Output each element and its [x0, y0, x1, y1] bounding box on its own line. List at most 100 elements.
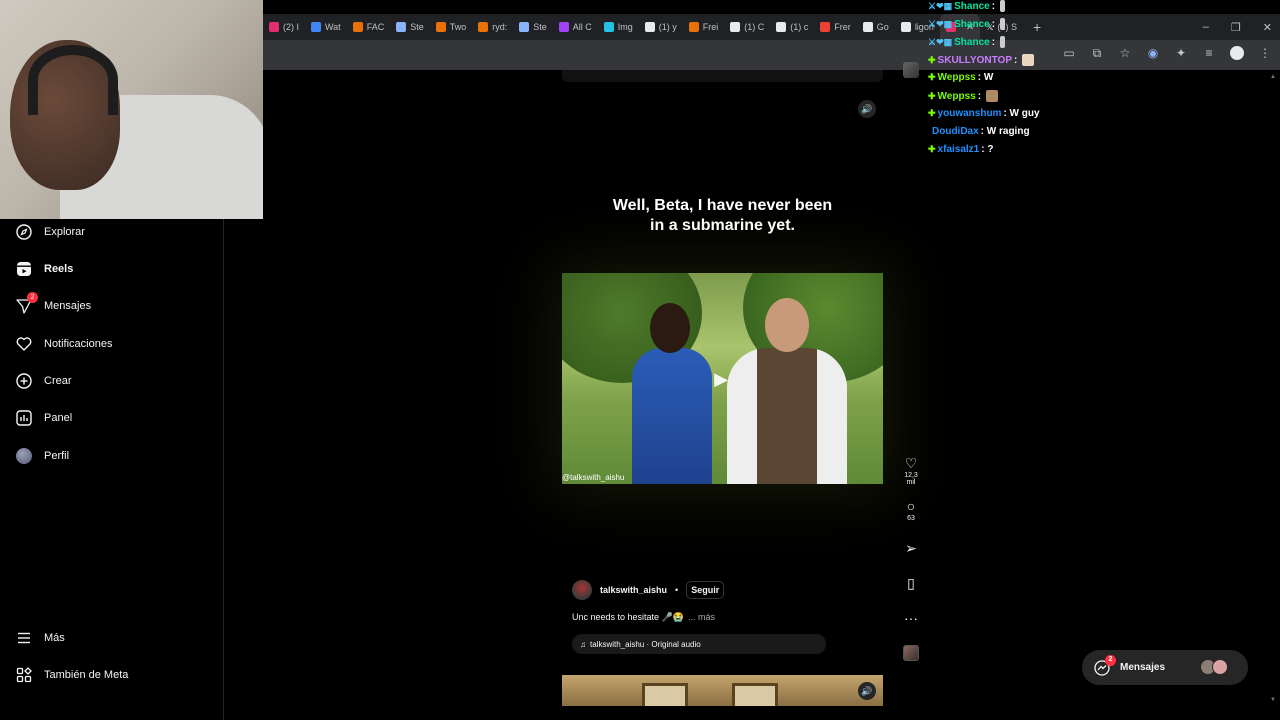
browser-tab[interactable]: (1) C	[724, 14, 770, 40]
browser-tab[interactable]: FAC	[347, 14, 391, 40]
browser-tab[interactable]: ryd:	[472, 14, 513, 40]
tab-favicon-icon	[900, 22, 911, 32]
speaker-icon[interactable]: 🔊	[858, 100, 876, 118]
like-button[interactable]: ♡ 12,3 mil	[899, 455, 923, 486]
sidebar-item-label: Mensajes	[44, 300, 92, 312]
messages-float-button[interactable]: 2 Mensajes	[1082, 650, 1248, 685]
browser-tab[interactable]: Frer	[814, 14, 857, 40]
browser-tabstrip: (2) I Wat FAC Ste Two ryd: Ste All C Img (1) y Fre…	[263, 14, 1280, 40]
sidebar-item-panel[interactable]: Panel	[16, 410, 72, 426]
sidebar-item-notificaciones[interactable]: Notificaciones	[16, 336, 112, 352]
browser-tab[interactable]: All C	[553, 14, 598, 40]
translate-icon[interactable]: ⧉	[1090, 46, 1104, 60]
sidebar-item-crear[interactable]: Crear	[16, 373, 72, 389]
more-link[interactable]: ... más	[688, 612, 715, 622]
reel-video-frame[interactable]: ▶ @talkswith_aishu	[562, 273, 883, 484]
comment-button[interactable]: ○ 63	[899, 498, 923, 522]
browser-tab[interactable]: (2) I	[263, 14, 305, 40]
chat-message: ✚ Weppss :	[928, 90, 999, 102]
chat-badges-icon: ✚	[928, 90, 936, 101]
chat-message: DoudiDax : W raging	[932, 126, 1030, 137]
chat-text: :	[977, 90, 982, 102]
more-options-button[interactable]: ···	[899, 610, 923, 626]
heart-icon: ♡	[904, 455, 918, 471]
browser-tab[interactable]: Two	[430, 14, 473, 40]
star-icon[interactable]: ☆	[1118, 46, 1132, 60]
notification-badge: 2	[27, 292, 38, 303]
scroll-up-arrow-icon[interactable]: ▲	[1270, 74, 1276, 80]
emote-icon	[1000, 36, 1006, 48]
profile-avatar[interactable]	[1230, 46, 1244, 60]
sidebar-item-reels[interactable]: Reels	[16, 261, 73, 277]
tab-label: Img	[617, 22, 633, 32]
reel-author-row: talkswith_aishu • Seguir	[572, 580, 725, 600]
kebab-menu-icon[interactable]: ⋮	[1258, 46, 1272, 60]
speaker-icon[interactable]: 🔊	[858, 682, 876, 700]
tab-favicon-icon	[776, 22, 787, 32]
puzzle-icon[interactable]: ✦	[1174, 46, 1188, 60]
reel-player[interactable]: 🔊 Well, Beta, I have never been in a sub…	[562, 86, 883, 564]
chat-username: Weppss	[937, 90, 976, 102]
chat-message: ✚ youwanshum : W guy	[928, 108, 1040, 119]
emote-icon	[1000, 0, 1006, 12]
sidebar-item-label: Panel	[44, 412, 73, 424]
minimize-button[interactable]: –	[1203, 21, 1209, 33]
tab-favicon-icon	[435, 22, 446, 32]
previous-audio-thumbnail[interactable]	[903, 62, 919, 78]
browser-tab[interactable]: Img	[598, 14, 639, 40]
browser-tab[interactable]: (1) y	[639, 14, 683, 40]
maximize-button[interactable]: ❐	[1231, 21, 1241, 34]
sidebar-item-mas[interactable]: Más	[16, 630, 65, 646]
sidebar-item-tambien-de-meta[interactable]: También de Meta	[16, 667, 128, 683]
author-avatar[interactable]	[572, 580, 592, 600]
browser-tab[interactable]: Ste	[513, 14, 553, 40]
playlist-icon[interactable]: ≡	[1202, 46, 1216, 60]
next-reel-preview[interactable]: 🔊	[562, 675, 883, 706]
new-tab-button[interactable]: +	[1033, 19, 1041, 35]
chat-username: Shance	[954, 0, 990, 12]
follow-button[interactable]: Seguir	[686, 581, 725, 599]
save-button[interactable]: ▯	[899, 575, 923, 591]
audio-thumbnail[interactable]	[903, 645, 919, 661]
window-controls: – ❐ ✕	[1203, 14, 1272, 40]
chat-username: Shance	[954, 18, 990, 30]
tab-label: Frer	[834, 22, 851, 32]
scroll-down-arrow-icon[interactable]: ▼	[1270, 697, 1276, 703]
tab-label: (1) c	[790, 22, 809, 32]
browser-tab[interactable]: Go	[857, 14, 895, 40]
sidebar-item-label: Más	[44, 632, 65, 644]
send-icon: 2	[16, 292, 38, 314]
share-button[interactable]: ➢	[899, 540, 923, 556]
tab-list: (2) I Wat FAC Ste Two ryd: Ste All C Img (1) y Fre…	[263, 14, 940, 40]
browser-tab[interactable]: (1) c	[770, 14, 814, 40]
extension-blue-icon[interactable]: ◉	[1146, 46, 1160, 60]
sidebar-item-label: Crear	[44, 375, 72, 387]
browser-tab[interactable]: Wat	[305, 14, 347, 40]
woman-figure	[632, 303, 712, 484]
tab-favicon-icon	[862, 22, 873, 32]
sidebar-item-label: También de Meta	[44, 669, 129, 681]
comment-icon: ○	[906, 498, 916, 514]
message-avatars	[1200, 659, 1228, 675]
cast-icon[interactable]: ▭	[1062, 46, 1076, 60]
reel-caption-overlay: Well, Beta, I have never been in a subma…	[612, 197, 833, 234]
picture-frame-right	[732, 683, 778, 706]
chat-badges-icon: ⚔❤▦	[928, 36, 953, 47]
tab-label: ryd:	[492, 22, 508, 32]
browser-tab[interactable]: Frei	[683, 14, 725, 40]
chat-text: :	[1014, 54, 1018, 66]
sidebar-item-mensajes[interactable]: 2 Mensajes	[16, 292, 92, 314]
toolbar-icons: ▭ ⧉ ☆ ◉ ✦ ≡ ⋮	[1062, 46, 1272, 60]
chat-text: :	[991, 36, 996, 48]
play-icon[interactable]: ▶	[709, 367, 733, 391]
tab-favicon-icon	[558, 22, 569, 32]
author-name[interactable]: talkswith_aishu	[600, 585, 667, 595]
sidebar-item-explorar[interactable]: Explorar	[16, 224, 85, 240]
notification-badge: 2	[1105, 654, 1116, 666]
sidebar-item-perfil[interactable]: Perfil	[16, 448, 69, 464]
like-count: 12,3 mil	[904, 472, 918, 486]
close-window-button[interactable]: ✕	[1263, 21, 1272, 34]
browser-tab[interactable]: Ste	[390, 14, 430, 40]
audio-pill[interactable]: ♫ talkswith_aishu · Original audio	[572, 634, 826, 654]
comment-count: 63	[907, 515, 915, 522]
